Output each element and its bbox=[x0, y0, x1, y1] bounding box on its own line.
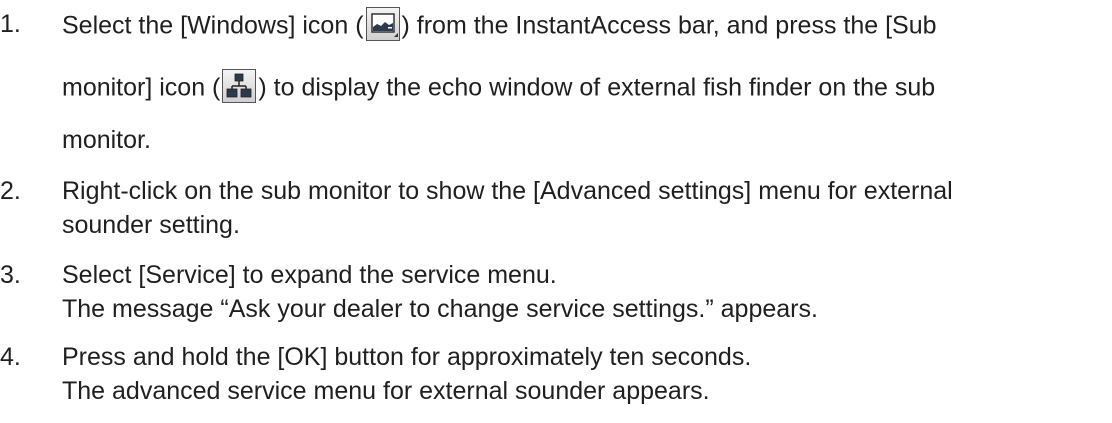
step-line: sounder setting. bbox=[62, 211, 240, 239]
step-line: monitor] icon ( ) to display the echo wi… bbox=[62, 69, 936, 106]
step-number: 1. bbox=[0, 10, 21, 38]
step-line: Select [Service] to expand the service m… bbox=[62, 261, 557, 289]
step-line: The advanced service menu for external s… bbox=[62, 377, 710, 405]
step-number: 2. bbox=[0, 177, 21, 205]
step-line: The message “Ask your dealer to change s… bbox=[62, 295, 818, 323]
sub-monitor-icon bbox=[222, 69, 257, 103]
step-text: ) from the InstantAccess bar, and press … bbox=[401, 11, 937, 40]
step-text: monitor] icon ( bbox=[62, 73, 221, 102]
step-text: Select the [Windows] icon ( bbox=[62, 11, 364, 40]
windows-icon bbox=[365, 7, 400, 41]
step-line: Select the [Windows] icon ( ) from the I… bbox=[62, 7, 937, 44]
step-line: Right-click on the sub monitor to show t… bbox=[62, 177, 953, 205]
step-text: ) to display the echo window of external… bbox=[258, 73, 936, 102]
step-line: monitor. bbox=[62, 126, 151, 154]
step-number: 4. bbox=[0, 343, 21, 371]
step-number: 3. bbox=[0, 261, 21, 289]
step-line: Press and hold the [OK] button for appro… bbox=[62, 343, 752, 371]
